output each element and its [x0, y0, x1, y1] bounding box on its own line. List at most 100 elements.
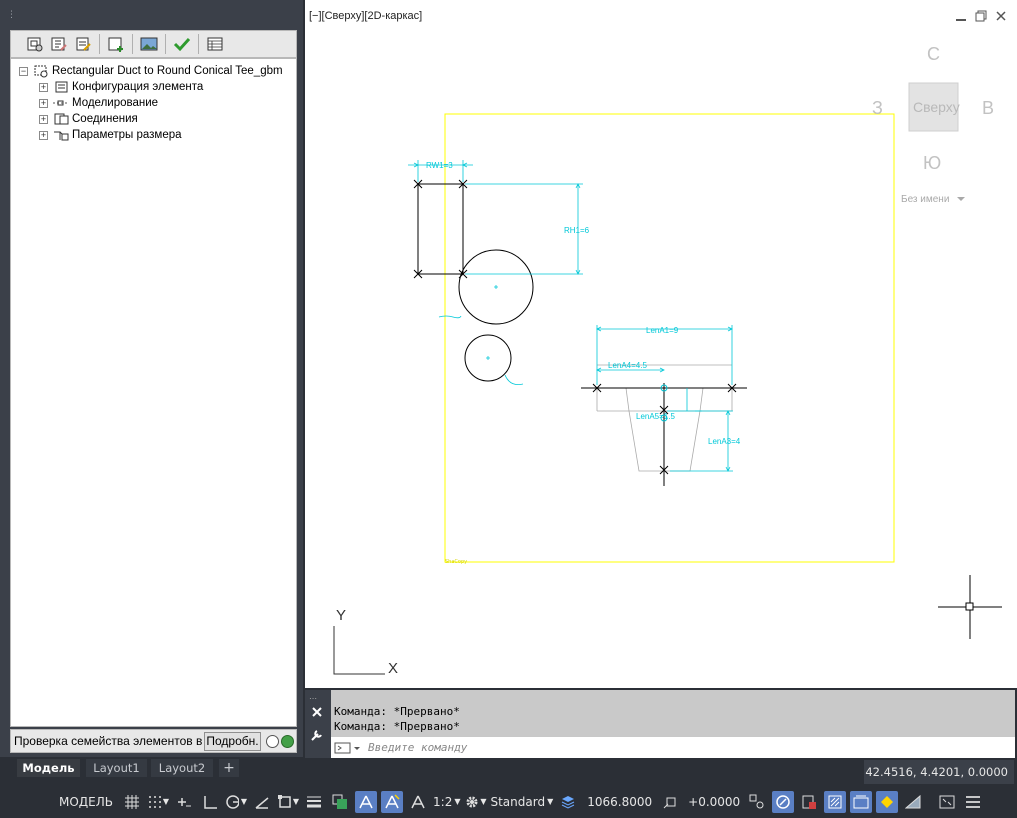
drawing-canvas[interactable]: ShaCopy RW1=3 RH1=6 LenA1=9 LenA4=4.5 Le…: [305, 0, 1017, 688]
viewcube[interactable]: Сверху С Ю З В Без имени: [872, 44, 994, 205]
table-icon[interactable]: [205, 34, 225, 54]
tree-root-label: Rectangular Duct to Round Conical Tee_gb…: [52, 65, 283, 77]
expand-icon[interactable]: +: [39, 130, 48, 140]
chevron-down-icon: [957, 197, 965, 201]
tree-item-size-params[interactable]: + Параметры размера: [39, 127, 182, 143]
ortho-icon[interactable]: [199, 791, 221, 813]
clean-screen-icon[interactable]: [850, 790, 873, 813]
grid-icon[interactable]: [121, 791, 143, 813]
tree-root[interactable]: − Rectangular Duct to Round Conical Tee_…: [19, 63, 283, 79]
snap-icon[interactable]: ▼: [147, 791, 169, 813]
polar-tracking-icon[interactable]: ▼: [225, 791, 247, 813]
command-input[interactable]: Введите команду: [331, 737, 1015, 758]
image-icon[interactable]: [139, 34, 159, 54]
command-prompt-icon[interactable]: [334, 741, 362, 755]
close-icon[interactable]: [311, 706, 323, 718]
modeling-icon: [53, 100, 69, 106]
transparency-icon[interactable]: [329, 791, 351, 813]
command-window: ⋯ Команда: *Прервано* Команда: *Прервано…: [305, 690, 1015, 758]
add-layout-button[interactable]: +: [219, 759, 239, 777]
dynamic-input-icon[interactable]: [173, 791, 195, 813]
grip-icon[interactable]: ⋯: [309, 694, 317, 703]
dim-rw1-label: RW1=3: [426, 161, 453, 170]
gear-icon[interactable]: ▼: [464, 791, 486, 813]
family-properties-icon[interactable]: [25, 34, 45, 54]
tree-item-modeling[interactable]: + Моделирование: [39, 95, 158, 111]
axis-y-label: Y: [336, 607, 346, 624]
hardware-acceleration-icon[interactable]: [772, 790, 795, 813]
edit-family-icon[interactable]: [49, 34, 69, 54]
tab-layout2[interactable]: Layout2: [151, 759, 213, 777]
hamburger-menu-icon[interactable]: [962, 791, 984, 813]
toolbar-separator: [165, 34, 166, 54]
rect-grips: [413, 179, 468, 279]
object-snap-icon[interactable]: ▼: [277, 791, 299, 813]
tab-model[interactable]: Модель: [17, 759, 80, 777]
annotation-scale-value: 1:2: [433, 794, 453, 809]
dim-rh1-label: RH1=6: [564, 226, 590, 235]
expand-icon[interactable]: +: [39, 114, 48, 124]
lineweight-icon[interactable]: [303, 791, 325, 813]
crosshair-cursor: [938, 575, 1002, 639]
family-editor-panel: ⋮ − Rectangular Duct to Round Conical Te…: [0, 0, 303, 757]
fullscreen-icon[interactable]: [936, 791, 958, 813]
rect-profile: [417, 183, 464, 275]
annotation-scale-dropdown[interactable]: 1:2 ▼: [433, 791, 460, 813]
graphics-performance-icon[interactable]: [902, 791, 924, 813]
ucs-icon: [333, 626, 385, 675]
profile-note-icon: [504, 374, 524, 385]
tree-item-config[interactable]: + Конфигурация элемента: [39, 79, 203, 95]
viewcube-north: С: [927, 44, 940, 64]
elevation-icon: [557, 791, 579, 813]
tree-item-label: Соединения: [72, 113, 138, 125]
units-icon[interactable]: [876, 790, 899, 813]
tree-item-label: Параметры размера: [72, 129, 182, 141]
dim-lena5-label: LenA5=1.5: [636, 412, 675, 421]
model-space-button[interactable]: МОДЕЛЬ: [55, 791, 117, 813]
save-icon[interactable]: [73, 34, 93, 54]
tree-item-connections[interactable]: + Соединения: [39, 111, 138, 127]
selection-cycling-icon[interactable]: [824, 790, 847, 813]
elevation-value[interactable]: 1066.8000: [583, 791, 656, 813]
drawing-viewport[interactable]: [−][Сверху][2D-каркас] ShaCopy RW1=3 RH1…: [305, 0, 1017, 688]
toolbar-separator: [132, 34, 133, 54]
ucs-menu: Без имени: [901, 194, 949, 205]
annotation-scale-icon[interactable]: [407, 791, 429, 813]
dim-lena4-label: LenA4=4.5: [608, 361, 647, 370]
coordinates-readout[interactable]: 42.4516, 4.4201, 0.0000: [864, 760, 1014, 784]
offset-icon: [660, 791, 682, 813]
check-icon[interactable]: [172, 34, 192, 54]
details-button[interactable]: Подробн.: [204, 732, 261, 751]
viewcube-south: Ю: [923, 153, 941, 173]
quick-properties-icon[interactable]: [798, 791, 820, 813]
command-input-placeholder: Введите команду: [368, 741, 468, 754]
status-ok-icon: [281, 735, 294, 748]
panel-grip-icon[interactable]: ⋮: [7, 10, 16, 20]
family-tree: − Rectangular Duct to Round Conical Tee_…: [10, 58, 297, 727]
toolbar-separator: [198, 34, 199, 54]
expand-icon[interactable]: +: [39, 98, 48, 108]
annotation-visibility-icon[interactable]: [355, 790, 378, 813]
offset-value[interactable]: +0.0000: [686, 791, 742, 813]
connections-icon: [54, 113, 69, 125]
tab-layout1[interactable]: Layout1: [86, 759, 147, 777]
status-bar: МОДЕЛЬ ▼ ▼ ▼ 1:2 ▼ ▼ Standard ▼ 1066.8000 …: [55, 785, 1017, 818]
customize-wrench-icon[interactable]: [310, 728, 324, 742]
isodraft-icon[interactable]: [251, 791, 273, 813]
style-dropdown[interactable]: Standard ▼: [490, 791, 553, 813]
isolate-objects-icon[interactable]: [746, 791, 768, 813]
auto-scale-icon[interactable]: [381, 790, 404, 813]
collapse-icon[interactable]: −: [19, 66, 28, 76]
toolbar-separator: [99, 34, 100, 54]
viewcube-face: Сверху: [913, 99, 960, 115]
dim-lena5: [667, 388, 702, 412]
style-value: Standard: [490, 794, 546, 809]
expand-icon[interactable]: +: [39, 82, 48, 92]
duct-family-icon: [34, 65, 48, 78]
command-sidebar: ⋯: [305, 690, 331, 758]
command-history-line: Команда: *Прервано*: [334, 705, 460, 718]
tree-item-label: Моделирование: [72, 97, 159, 109]
add-element-icon[interactable]: [106, 34, 126, 54]
panel-toolbar: [10, 30, 297, 58]
validation-text: Проверка семейства элементов в: [14, 734, 203, 748]
